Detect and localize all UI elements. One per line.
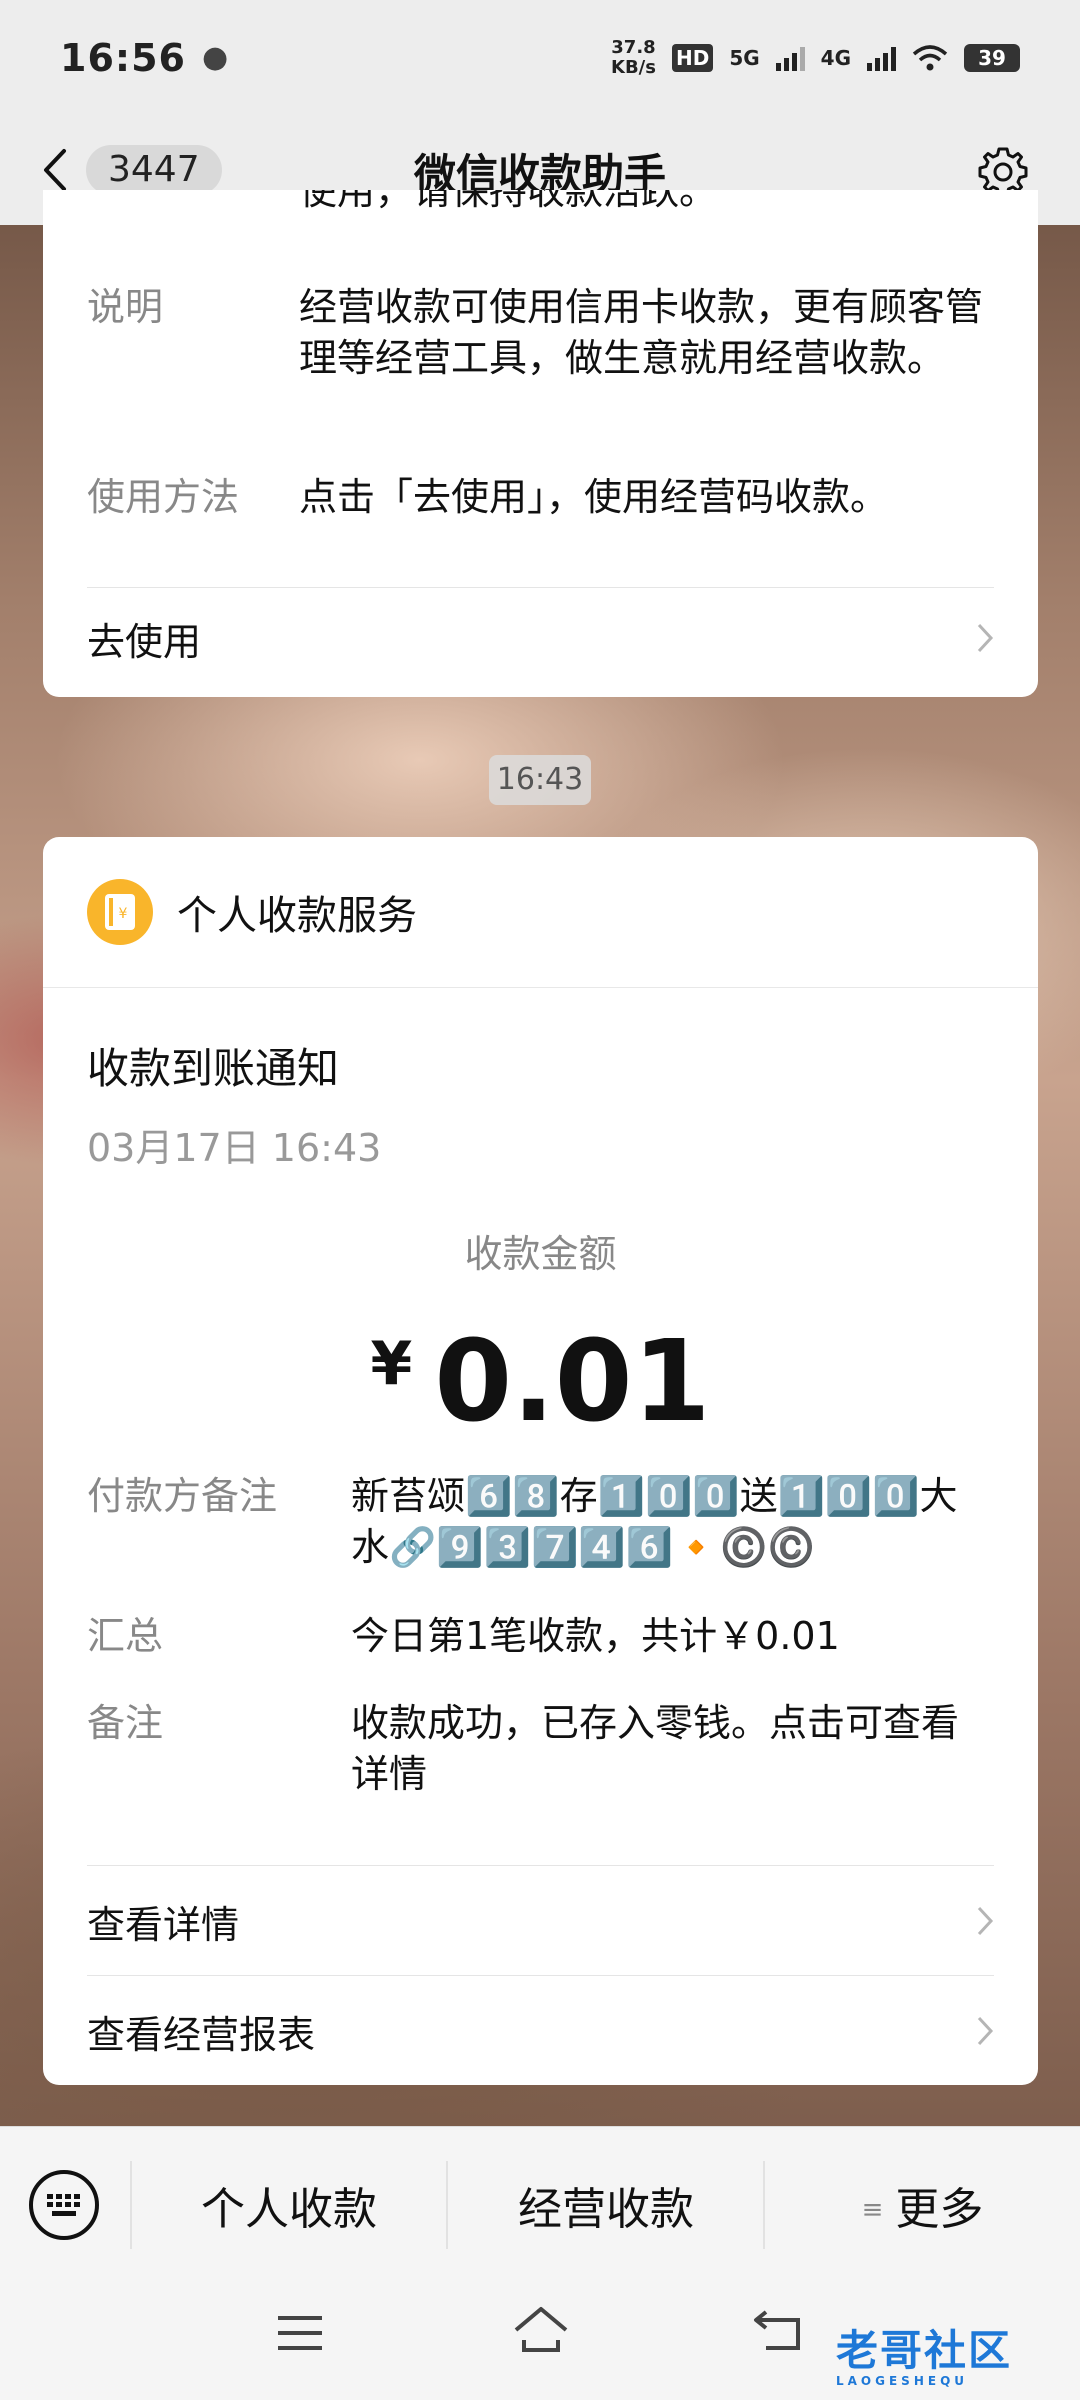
hd-icon: HD (671, 43, 714, 72)
battery-icon: 39 (964, 43, 1020, 72)
sim1-label: 5G (729, 45, 760, 70)
info-row-payer-note: 付款方备注 新苔颂6️⃣8️⃣存1️⃣0️⃣0️⃣送1️⃣0️⃣0️⃣大水🔗9️… (87, 1471, 994, 1573)
network-speed-value: 37.8 (611, 36, 656, 58)
info-key: 汇总 (87, 1614, 164, 1658)
view-details-link[interactable]: 查看详情 (87, 1871, 994, 1971)
info-value: 点击「去使用」，使用经营码收款。 (299, 475, 889, 519)
chevron-right-icon (977, 1906, 994, 1936)
view-report-label: 查看经营报表 (87, 2012, 316, 2057)
watermark-text: 老哥社区 (836, 2326, 1013, 2375)
watermark-logo: 老哥社区 LAOGESHEQU (836, 2317, 1012, 2388)
menu-more[interactable]: ≡ 更多 (765, 2173, 1080, 2237)
home-icon[interactable] (512, 2304, 570, 2356)
service-header[interactable]: ¥ 个人收款服务 (87, 879, 417, 945)
wechat-notification-icon: ● (201, 40, 229, 75)
info-value: 今日第1笔收款，共计￥0.01 (351, 1614, 840, 1658)
go-use-label: 去使用 (87, 619, 202, 664)
notice-title: 收款到账通知 (87, 1044, 340, 1093)
chevron-right-icon (977, 623, 994, 653)
keyboard-icon[interactable] (28, 2169, 100, 2241)
service-name: 个人收款服务 (177, 893, 417, 939)
divider (87, 1975, 994, 1976)
signal-icon-2 (867, 45, 896, 71)
signal-icon-1 (775, 45, 805, 71)
menu-icon[interactable] (276, 2312, 324, 2354)
info-key: 备注 (87, 1701, 164, 1745)
info-value: 新苔颂6️⃣8️⃣存1️⃣0️⃣0️⃣送1️⃣0️⃣0️⃣大水🔗9️⃣3️⃣7️… (351, 1474, 958, 1569)
notice-time: 03月17日 16:43 (87, 1126, 382, 1170)
message-timestamp: 16:43 (489, 755, 591, 805)
chevron-right-icon (977, 2016, 994, 2046)
info-key: 使用方法 (87, 475, 240, 519)
svg-text:¥: ¥ (119, 906, 128, 922)
amount-value: 0.01 (434, 1317, 711, 1447)
service-menu: 个人收款 经营收款 ≡ 更多 (0, 2127, 1080, 2282)
card-cut-text: 使用，请保持收款活跃。 (299, 190, 718, 213)
status-indicators: 37.8 KB/s HD 5G 4G 39 (611, 36, 1020, 78)
divider (43, 987, 1038, 988)
wallet-icon: ¥ (87, 879, 153, 945)
amount-display: ¥0.01 (43, 1317, 1038, 1447)
bottom-bar: 个人收款 经营收款 ≡ 更多 老哥社区 LAOGESHEQU (0, 2126, 1080, 2400)
info-value: 收款成功，已存入零钱。点击可查看详情 (351, 1701, 960, 1796)
business-payment-card: 使用，请保持收款活跃。 说明 经营收款可使用信用卡收款，更有顾客管理等经营工具，… (43, 190, 1038, 697)
info-row-remark: 备注 收款成功，已存入零钱。点击可查看详情 (87, 1698, 994, 1800)
info-row-description: 说明 经营收款可使用信用卡收款，更有顾客管理等经营工具，做生意就用经营收款。 (87, 282, 994, 384)
network-speed: 37.8 KB/s (611, 36, 656, 78)
watermark-subtext: LAOGESHEQU (836, 2374, 969, 2388)
currency-symbol: ¥ (370, 1329, 413, 1399)
back-nav-icon[interactable] (752, 2306, 804, 2354)
amount-label: 收款金额 (464, 1232, 617, 1276)
info-key: 说明 (87, 285, 164, 329)
go-use-link[interactable]: 去使用 (87, 588, 994, 688)
network-speed-unit: KB/s (611, 56, 656, 78)
status-time: 16:56 (60, 35, 186, 80)
view-details-label: 查看详情 (87, 1902, 240, 1947)
menu-business-payment[interactable]: 经营收款 (448, 2173, 764, 2237)
info-row-usage: 使用方法 点击「去使用」，使用经营码收款。 (87, 472, 994, 523)
list-icon: ≡ (861, 2195, 884, 2225)
payment-notification-card[interactable]: ¥ 个人收款服务 收款到账通知 03月17日 16:43 收款金额 ¥0.01 … (43, 837, 1038, 2085)
info-value: 经营收款可使用信用卡收款，更有顾客管理等经营工具，做生意就用经营收款。 (299, 285, 984, 380)
divider (87, 1865, 994, 1866)
menu-personal-payment[interactable]: 个人收款 (130, 2173, 448, 2237)
sim2-label: 4G (820, 45, 851, 70)
info-row-summary: 汇总 今日第1笔收款，共计￥0.01 (87, 1611, 994, 1662)
status-bar: 16:56 ● 37.8 KB/s HD 5G 4G 39 (0, 0, 1080, 115)
wifi-icon (912, 44, 948, 70)
menu-more-label: 更多 (895, 2184, 984, 2235)
view-business-report-link[interactable]: 查看经营报表 (87, 1981, 994, 2081)
info-key: 付款方备注 (87, 1474, 278, 1518)
